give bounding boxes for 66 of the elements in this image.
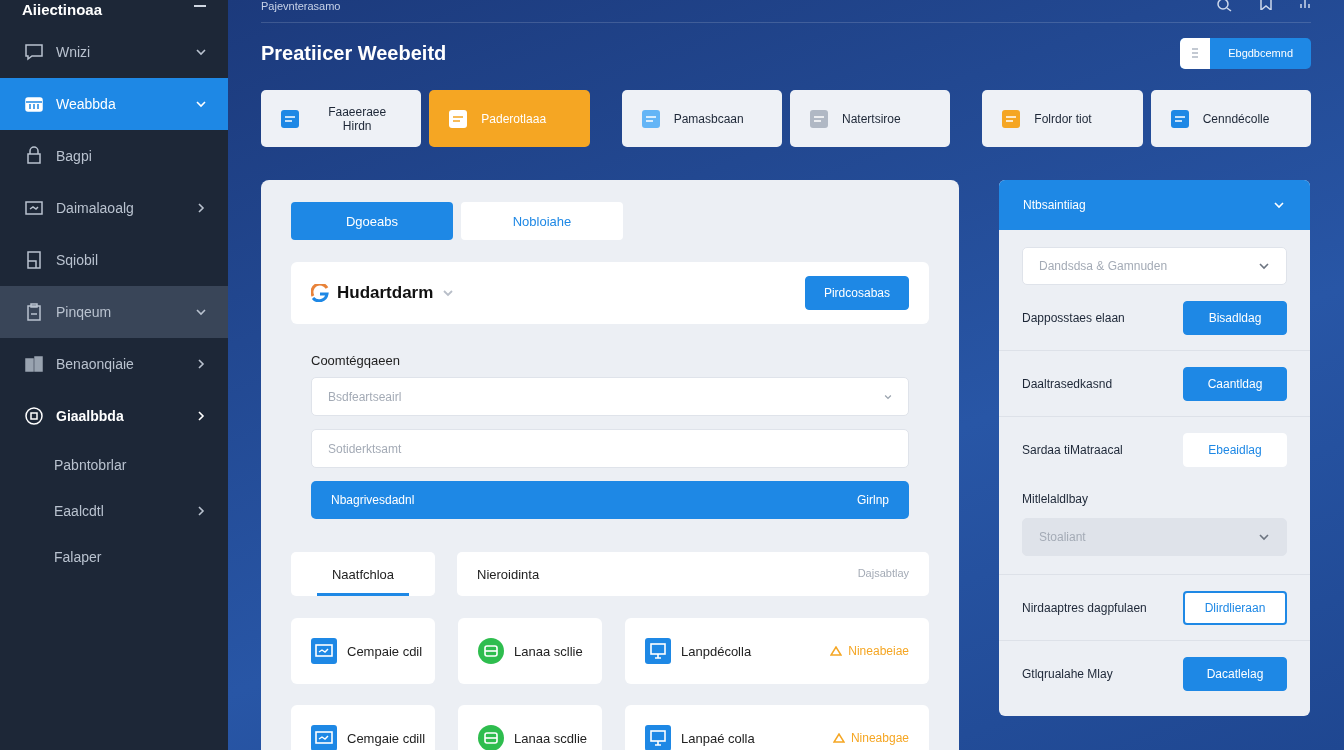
breadcrumb: Pajevnterasamo (261, 0, 341, 12)
circle-icon (24, 406, 44, 426)
warning-icon (832, 733, 845, 743)
sidebar-item[interactable]: Benaonqiaie (0, 338, 228, 390)
tab[interactable]: Dgoeabs (291, 202, 453, 240)
project-button[interactable]: Pirdcosabas (804, 276, 909, 310)
quick-action-card[interactable]: Pamasbcaan (621, 90, 782, 147)
input-field[interactable]: Sotiderktsamt (311, 429, 909, 468)
bag-icon (24, 146, 44, 166)
sidebar-item[interactable]: Bagpi (0, 130, 228, 182)
select-field[interactable]: Bsdfeartseairl (311, 377, 909, 416)
document-icon (24, 250, 44, 270)
grid-icon (24, 354, 44, 374)
quick-action-card[interactable]: Natertsiroe (790, 90, 951, 147)
sidebar-subitem[interactable]: Falaper (0, 534, 228, 580)
item-tile[interactable]: Lanaa scllie (458, 618, 602, 684)
item-tile[interactable]: Lanpdécolla Nineabeiae (625, 618, 929, 684)
project-name: Hudartdarm (337, 283, 434, 303)
setting-label: Mitlelaldlbay (1022, 492, 1090, 506)
quick-action-card[interactable]: Faaeeraee Hirdn (261, 90, 422, 147)
tab[interactable]: Nobloiahe (461, 202, 623, 240)
setting-button[interactable]: Ebeaidlag (1183, 432, 1287, 467)
quick-action-card[interactable]: Folrdor tiot (982, 90, 1143, 147)
bookmark-icon[interactable] (1259, 0, 1273, 10)
sidebar-item[interactable]: Giaalbbda (0, 390, 228, 442)
quick-action-card[interactable]: Cenndécolle (1150, 90, 1312, 147)
item-tile[interactable]: Cempaie cdil (291, 618, 435, 684)
setting-button[interactable]: Bisadldag (1183, 300, 1287, 335)
app-title: Aiiectinoaa (22, 0, 103, 20)
setting-button[interactable]: Dlirdlieraan (1183, 590, 1287, 625)
status-note: Nineabeiae (830, 644, 909, 658)
chat-icon (24, 42, 44, 62)
setting-label: Gtlqrualahe Mlay (1022, 666, 1113, 681)
panel-header[interactable]: Ntbsaintiiag (999, 180, 1310, 230)
search-icon[interactable] (1217, 0, 1233, 12)
status-note: Nineabgae (832, 731, 909, 745)
sidebar-item[interactable]: Pinqeum (0, 286, 228, 338)
action-bar-button[interactable]: Nbagrivesdadnl Girlnp (311, 481, 909, 519)
sidebar-item[interactable]: Wnizi (0, 26, 228, 78)
list-icon (1191, 48, 1200, 58)
clipboard-icon (24, 302, 44, 322)
setting-button[interactable]: Dacatlelag (1183, 656, 1287, 691)
page-title: Preatiicer Weebeitd (261, 41, 447, 65)
item-tile[interactable]: Lanpaé colla Nineabgae (625, 705, 929, 750)
sidebar-subitem[interactable]: Eaalcdtl (0, 488, 228, 534)
setting-label: Sardaa tiMatraacal (1022, 442, 1123, 457)
sidebar-item[interactable]: Daimalaoalg (0, 182, 228, 234)
display-label: Dajsabtlay (857, 567, 909, 579)
setting-label: Dapposstaes elaan (1022, 310, 1125, 325)
logo-icon (311, 284, 329, 302)
monitor-icon (24, 198, 44, 218)
setting-label: Nirdaaptres dagpfulaen (1022, 600, 1147, 615)
sub-tab[interactable]: Naatfchloa (291, 552, 435, 596)
select-field[interactable]: Dandsdsa & Gamnuden (1022, 247, 1287, 285)
warning-icon (830, 646, 843, 656)
calendar-icon (24, 94, 44, 114)
form-label: Coomtégqaeen (311, 353, 401, 368)
setting-button[interactable]: Caantldag (1183, 366, 1287, 401)
collapse-icon[interactable] (194, 4, 206, 8)
item-tile[interactable]: Lanaa scdlie (458, 705, 602, 750)
view-toggle-button[interactable]: Ebgdbcemnd (1180, 37, 1311, 69)
item-tile[interactable]: Cemgaie cdill (291, 705, 435, 750)
setting-label: Daaltrasedkasnd (1022, 376, 1113, 391)
sidebar-subitem[interactable]: Pabntobrlar (0, 442, 228, 488)
sidebar-item[interactable]: Weabbda (0, 78, 228, 130)
sidebar-item[interactable]: Sqiobil (0, 234, 228, 286)
